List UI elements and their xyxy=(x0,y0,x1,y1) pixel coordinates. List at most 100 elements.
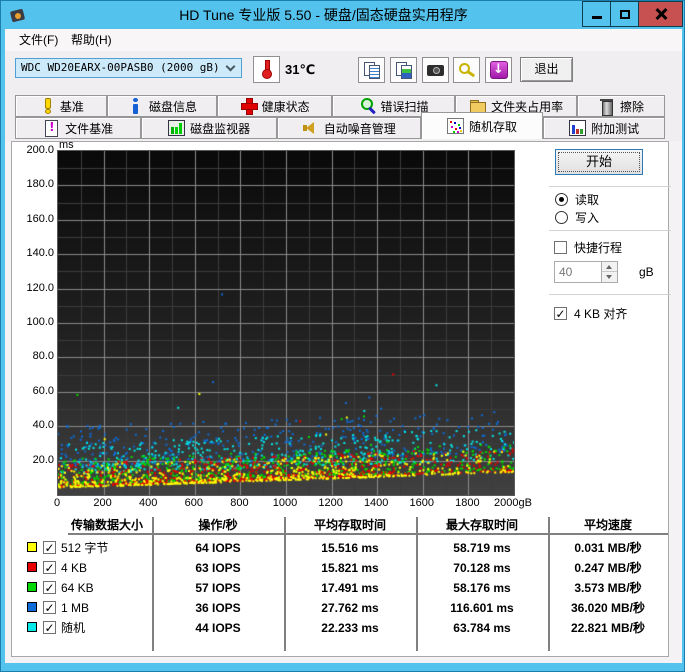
exit-button[interactable]: 退出 xyxy=(520,57,573,82)
table-cell-max: 116.601 ms xyxy=(450,601,514,615)
table-cell-avg: 15.516 ms xyxy=(321,541,379,555)
series-checkbox[interactable] xyxy=(43,621,56,634)
short-stroke-label: 快捷行程 xyxy=(574,241,623,255)
tab-label: 随机存取 xyxy=(468,119,517,134)
y-axis-tick: 140.0 xyxy=(26,247,54,260)
table-header: 操作/秒 xyxy=(198,518,238,532)
y-axis-tick: 60.0 xyxy=(32,384,54,397)
table-cell-iops: 63 IOPS xyxy=(195,561,241,575)
tab-label: 擦除 xyxy=(619,99,644,114)
save-icon xyxy=(489,61,508,79)
drive-select-value: WDC WD20EARX-00PASB0 (2000 gB) xyxy=(21,61,220,74)
series-checkbox[interactable] xyxy=(43,581,56,594)
y-axis-tick: 40.0 xyxy=(32,419,54,432)
extra-tests-icon xyxy=(569,120,587,136)
table-cell-max: 70.128 ms xyxy=(453,561,511,575)
y-axis-tick: 120.0 xyxy=(26,281,54,294)
table-cell-iops: 64 IOPS xyxy=(195,541,241,555)
tab-附加测试[interactable]: 附加测试 xyxy=(543,117,665,139)
table-cell-max: 63.784 ms xyxy=(453,621,511,635)
series-checkbox[interactable] xyxy=(43,601,56,614)
minimize-icon xyxy=(591,15,602,19)
capacity-unit: gB xyxy=(639,265,654,279)
menu-file[interactable]: 文件(F) xyxy=(11,29,66,51)
copy-image-icon xyxy=(395,61,413,79)
y-axis-tick: 100.0 xyxy=(26,316,54,328)
save-button[interactable] xyxy=(485,57,512,83)
table-cell-speed: 36.020 MB/秒 xyxy=(570,601,646,615)
copy-image-button[interactable] xyxy=(390,57,417,83)
tab-label: 磁盘监视器 xyxy=(190,121,251,136)
tab-随机存取[interactable]: 随机存取 xyxy=(420,112,544,139)
thermometer-icon xyxy=(258,59,276,80)
write-label: 写入 xyxy=(575,211,600,225)
maximize-button[interactable] xyxy=(610,1,639,27)
table-cell-iops: 44 IOPS xyxy=(195,621,241,635)
spinner-up-icon[interactable] xyxy=(602,262,617,272)
tab-row-1: 基准 磁盘信息 健康状态 错误扫描 文件夹占用率 擦除 xyxy=(15,95,665,117)
tab-磁盘监视器[interactable]: 磁盘监视器 xyxy=(141,117,277,139)
window-title: HD Tune 专业版 5.50 - 硬盘/固态硬盘实用程序 xyxy=(179,7,468,23)
spinner-buttons xyxy=(601,262,617,282)
random-access-icon xyxy=(446,118,464,134)
legend-color-swatch xyxy=(27,602,37,612)
separator xyxy=(549,230,671,231)
temperature-button[interactable] xyxy=(253,56,280,83)
table-header: 传输数据大小 xyxy=(70,518,143,532)
y-axis-unit: ms xyxy=(59,139,74,151)
main-panel: ms 20.0 40.0 60.0 80.0 100.0 120.0 140.0 160.0 1… xyxy=(11,139,671,657)
tab-擦除[interactable]: 擦除 xyxy=(576,95,665,117)
legend-color-swatch xyxy=(27,562,37,572)
table-cell-speed: 22.821 MB/秒 xyxy=(570,621,646,635)
app-window: HD Tune 专业版 5.50 - 硬盘/固态硬盘实用程序 文件(F) 帮助(… xyxy=(0,0,685,672)
legend-color-swatch xyxy=(27,582,37,592)
table-cell-iops: 36 IOPS xyxy=(195,601,241,615)
table-cell-speed: 3.573 MB/秒 xyxy=(574,581,642,595)
align-4kb-checkbox[interactable] xyxy=(554,307,567,320)
minimize-button[interactable] xyxy=(582,1,611,27)
series-checkbox[interactable] xyxy=(43,541,56,554)
options-button[interactable] xyxy=(453,57,480,83)
align-4kb-label: 4 KB 对齐 xyxy=(574,307,628,321)
chevron-down-icon xyxy=(225,61,236,72)
tab-基准[interactable]: 基准 xyxy=(15,95,107,117)
short-stroke-checkbox[interactable] xyxy=(554,241,567,254)
info-icon xyxy=(127,98,144,114)
menu-help[interactable]: 帮助(H) xyxy=(63,29,120,51)
tab-label: 健康状态 xyxy=(261,99,310,114)
temperature-value: 31℃ xyxy=(285,62,316,77)
camera-button[interactable] xyxy=(422,57,449,83)
write-radio[interactable] xyxy=(555,211,568,224)
table-cell-avg: 17.491 ms xyxy=(321,581,379,595)
tab-label: 基准 xyxy=(59,99,84,114)
tab-健康状态[interactable]: 健康状态 xyxy=(217,95,332,117)
capacity-value: 40 xyxy=(559,265,573,279)
tab-文件基准[interactable]: 文件基准 xyxy=(15,117,142,139)
window-controls xyxy=(582,1,683,27)
series-checkbox[interactable] xyxy=(43,561,56,574)
tab-磁盘信息[interactable]: 磁盘信息 xyxy=(106,95,218,117)
copy-text-button[interactable] xyxy=(358,57,385,83)
spinner-down-icon[interactable] xyxy=(602,272,617,282)
table-cell-avg: 27.762 ms xyxy=(321,601,379,615)
tab-自动噪音管理[interactable]: 自动噪音管理 xyxy=(276,117,421,139)
start-button[interactable]: 开始 xyxy=(555,149,643,175)
maximize-icon xyxy=(619,9,630,19)
scan-icon xyxy=(359,98,376,114)
table-cell-speed: 0.031 MB/秒 xyxy=(574,541,642,555)
menubar: 文件(F) 帮助(H) xyxy=(5,29,682,51)
y-axis-tick: 180.0 xyxy=(26,178,54,191)
legend-color-swatch xyxy=(27,542,37,552)
benchmark-icon xyxy=(38,98,55,114)
x-axis-tick: 2000gB xyxy=(494,497,532,509)
table-header: 平均存取时间 xyxy=(313,518,386,532)
capacity-spinner[interactable]: 40 xyxy=(554,261,618,283)
series-label: 64 KB xyxy=(61,581,94,595)
table-cell-iops: 57 IOPS xyxy=(195,581,241,595)
tab-label: 附加测试 xyxy=(591,121,640,136)
read-radio[interactable] xyxy=(555,193,568,206)
series-label: 1 MB xyxy=(61,601,90,615)
table-cell-max: 58.719 ms xyxy=(453,541,511,555)
drive-select[interactable]: WDC WD20EARX-00PASB0 (2000 gB) xyxy=(15,58,242,78)
close-button[interactable] xyxy=(638,1,683,27)
